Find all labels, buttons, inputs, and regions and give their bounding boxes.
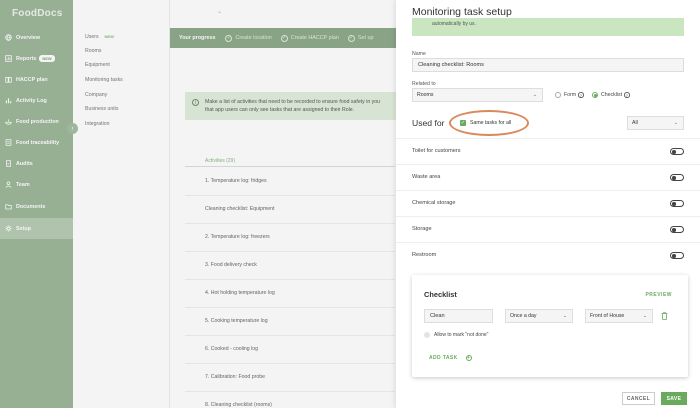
room-name: Waste area (412, 174, 441, 180)
room-name: Toilet for customers (412, 148, 461, 154)
room-row: Waste area (396, 164, 700, 190)
select-value: All (632, 120, 638, 126)
room-toggle[interactable] (670, 200, 684, 207)
radio-button[interactable] (555, 92, 561, 98)
room-name: Storage (412, 226, 432, 232)
collapse-sidebar-button[interactable]: ‹ (67, 123, 78, 134)
select-value: Rooms (417, 92, 434, 98)
help-icon[interactable]: ? (624, 92, 630, 98)
room-toggle[interactable] (670, 148, 684, 155)
chevron-down-icon: ⌄ (673, 120, 678, 126)
room-row: Chemical storage (396, 190, 700, 216)
delete-task-trash-icon[interactable] (661, 312, 668, 322)
chevron-down-icon: ⌄ (562, 313, 567, 319)
info-note: automatically by us. (412, 18, 684, 36)
checkbox-label: Allow to mark "not done" (434, 332, 489, 338)
task-input[interactable]: Clean (424, 309, 493, 323)
chevron-down-icon: ⌄ (642, 313, 647, 319)
add-task-button[interactable]: ADD TASK + (429, 355, 472, 361)
checklist-radio[interactable]: Checklist? (592, 92, 630, 98)
radio-label: Checklist (601, 92, 623, 98)
frequency-select[interactable]: Once a day ⌄ (505, 309, 573, 323)
modal-backdrop (0, 0, 396, 408)
name-label: Name (412, 51, 426, 57)
room-row: Storage (396, 216, 700, 242)
cancel-button[interactable]: CANCEL (622, 392, 655, 405)
room-row: Restroom (396, 242, 700, 268)
radio-label: Form (564, 92, 577, 98)
room-name: Restroom (412, 252, 437, 258)
room-toggle[interactable] (670, 226, 684, 233)
help-icon[interactable]: ? (578, 92, 584, 98)
related-to-select[interactable]: Rooms ⌄ (412, 88, 543, 102)
checklist-title: Checklist (424, 290, 457, 299)
used-for-select[interactable]: All ⌄ (627, 116, 684, 130)
task-name-input[interactable]: Cleaning checklist: Rooms (412, 58, 684, 72)
plus-icon: + (465, 355, 472, 361)
allow-not-done-checkbox[interactable]: Allow to mark "not done" (424, 332, 488, 338)
select-value: Once a day (510, 313, 537, 319)
room-row: Toilet for customers (396, 138, 700, 164)
save-button[interactable]: SAVE (661, 392, 687, 405)
preview-button[interactable]: PREVIEW (645, 292, 672, 298)
panel-title: Monitoring task setup (412, 6, 512, 18)
room-toggle[interactable] (670, 252, 684, 259)
checklist-card: Checklist PREVIEW Clean Once a day ⌄ Fron… (412, 275, 688, 377)
room-name: Chemical storage (412, 200, 456, 206)
checkbox-unchecked-icon[interactable] (424, 332, 430, 338)
chevron-left-icon: ‹ (71, 125, 74, 132)
form-radio[interactable]: Form? (555, 92, 584, 98)
role-select[interactable]: Front of House ⌄ (585, 309, 653, 323)
related-to-label: Related to (412, 81, 436, 87)
select-value: Front of House (590, 313, 625, 319)
room-toggle[interactable] (670, 174, 684, 181)
used-for-heading: Used for (412, 118, 445, 128)
radio-button[interactable] (592, 92, 598, 98)
highlight-annotation (449, 110, 529, 136)
add-task-label: ADD TASK (429, 355, 458, 361)
chevron-down-icon: ⌄ (532, 92, 537, 98)
